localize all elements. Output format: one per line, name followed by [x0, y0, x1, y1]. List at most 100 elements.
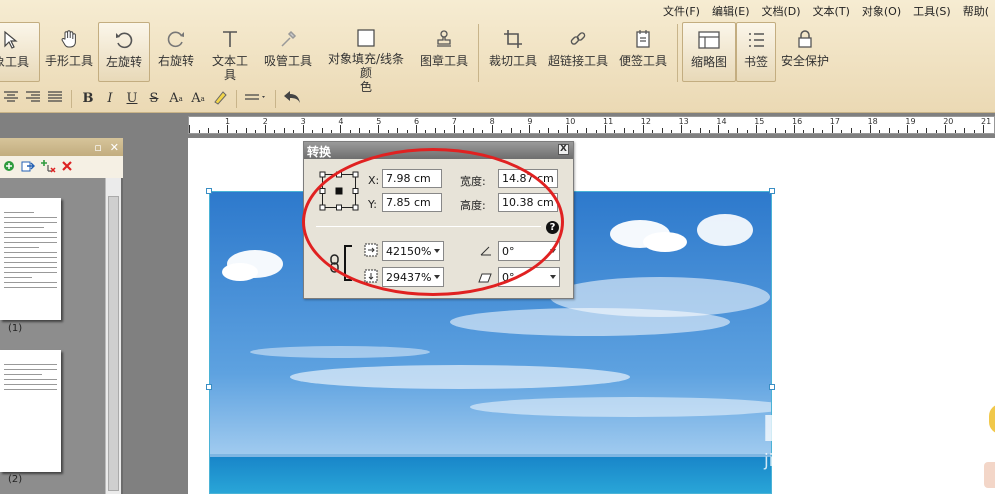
menu-tools[interactable]: 工具(S)	[907, 0, 957, 20]
stamp-tool-button[interactable]: 图章工具	[414, 22, 474, 82]
select-tool-button[interactable]: 象工具	[0, 22, 40, 82]
line-style-dropdown[interactable]	[242, 88, 270, 110]
scale-x-icon	[364, 243, 378, 260]
menu-text[interactable]: 文本(T)	[807, 0, 856, 20]
align-center-button[interactable]	[0, 88, 22, 110]
ruler-tick	[737, 128, 739, 133]
ruler-tick	[359, 128, 361, 133]
help-icon[interactable]: ?	[546, 221, 559, 234]
skew-dropdown[interactable]: 0°	[498, 267, 560, 287]
superscript-button[interactable]: Aa	[165, 88, 187, 110]
page-thumbnail-1[interactable]	[0, 198, 61, 320]
scale-y-dropdown[interactable]: 29437%	[382, 267, 444, 287]
ruler-tick	[708, 130, 710, 133]
eyedropper-tool-button[interactable]: 吸管工具	[258, 22, 318, 82]
ruler-tick	[312, 130, 314, 133]
thumbnail-button[interactable]: 缩略图	[682, 22, 736, 82]
ruler-tick	[775, 128, 777, 133]
ruler-tick	[245, 128, 247, 133]
ruler-tick	[482, 130, 484, 133]
bold-button[interactable]: B	[77, 88, 99, 110]
security-button[interactable]: 安全保护	[776, 22, 834, 82]
baidu-watermark: Bai du经验 jingyan.baidu.com	[762, 405, 972, 485]
ruler-tick	[746, 130, 748, 133]
resize-handle-tl[interactable]	[206, 188, 212, 194]
ruler-tick	[548, 128, 550, 133]
anchor-point-selector[interactable]	[319, 171, 359, 211]
rotate-right-button[interactable]: 右旋转	[150, 22, 202, 82]
bookmark-button[interactable]: 书签	[736, 22, 776, 82]
align-right-button[interactable]	[22, 88, 44, 110]
menu-edit[interactable]: 编辑(E)	[706, 0, 756, 20]
skew-icon	[478, 272, 492, 286]
underline-button[interactable]: U	[121, 88, 143, 110]
ruler-tick	[293, 130, 295, 133]
dialog-divider	[316, 226, 541, 227]
ruler-number: 20	[943, 117, 954, 126]
menu-object[interactable]: 对象(O)	[856, 0, 907, 20]
resize-handle-ml[interactable]	[206, 384, 212, 390]
panel-close-icon[interactable]: ✕	[110, 141, 119, 154]
y-input[interactable]: 7.85 cm	[382, 193, 442, 212]
chevron-down-icon	[550, 249, 556, 253]
hyperlink-tool-button[interactable]: 超链接工具	[543, 22, 613, 82]
ruler-number: 11	[603, 117, 614, 126]
eyedropper-icon	[277, 28, 299, 50]
strikethrough-button[interactable]: S	[143, 88, 165, 110]
dialog-titlebar[interactable]: 转换 X	[304, 142, 573, 159]
ruler-tick	[973, 130, 975, 133]
y-label: Y:	[368, 198, 377, 211]
watermark-url: jingyan.baidu.com	[764, 451, 921, 471]
ruler-tick	[397, 128, 399, 133]
align-justify-button[interactable]	[44, 88, 66, 110]
resize-handle-mr[interactable]	[769, 384, 775, 390]
fill-color-button[interactable]: 对象填充/线条颜 色	[318, 22, 414, 94]
insert-page-icon[interactable]	[2, 159, 16, 176]
subscript-button[interactable]: Aa	[187, 88, 209, 110]
ruler-tick	[614, 130, 616, 133]
note-tool-button[interactable]: 便签工具	[613, 22, 673, 82]
undo-button[interactable]	[281, 88, 303, 110]
width-input[interactable]: 14.87 cm	[498, 169, 558, 188]
italic-button[interactable]: I	[99, 88, 121, 110]
text-tool-button[interactable]: 文本工具	[202, 22, 258, 82]
scrollbar-thumb[interactable]	[108, 196, 119, 491]
ruler-number: 14	[716, 117, 727, 126]
toolbar-separator	[478, 24, 479, 82]
height-label: 高度:	[460, 199, 486, 212]
rotate-value: 0°	[502, 245, 515, 258]
rotate-left-button[interactable]: 左旋转	[98, 22, 150, 82]
pin-icon[interactable]: ▫	[94, 141, 101, 154]
ruler-tick	[945, 125, 947, 133]
undo-arrow-icon	[283, 89, 301, 109]
scale-y-icon	[364, 269, 378, 286]
ruler-tick	[879, 130, 881, 133]
x-input[interactable]: 7.98 cm	[382, 169, 442, 188]
extract-page-icon[interactable]	[21, 159, 35, 176]
ruler-tick	[434, 128, 436, 133]
menu-file[interactable]: 文件(F)	[657, 0, 706, 20]
ruler-number: 4	[338, 117, 344, 126]
height-input[interactable]: 10.38 cm	[498, 193, 558, 212]
highlight-button[interactable]	[209, 88, 231, 110]
side-badge[interactable]	[984, 462, 995, 488]
rotate-dropdown[interactable]: 0°	[498, 241, 560, 261]
hand-tool-button[interactable]: 手形工具	[40, 22, 98, 82]
resize-handle-tr[interactable]	[769, 188, 775, 194]
lock-bracket	[344, 245, 352, 281]
chain-link-icon[interactable]	[329, 254, 341, 277]
crop-icon	[502, 28, 524, 50]
ruler-tick	[529, 125, 531, 133]
rotate-right-icon	[165, 28, 187, 50]
scale-x-dropdown[interactable]: 42150%	[382, 241, 444, 261]
page-thumbnail-2[interactable]	[0, 350, 61, 472]
menu-document[interactable]: 文档(D)	[756, 0, 807, 20]
dialog-close-button[interactable]: X	[558, 144, 569, 155]
select-arrow-icon	[0, 29, 22, 51]
thumbnail-scrollbar[interactable]	[105, 178, 121, 494]
add-remove-page-icon[interactable]	[40, 159, 56, 176]
menu-help[interactable]: 帮助(	[957, 0, 995, 20]
link-icon	[567, 28, 589, 50]
delete-page-icon[interactable]	[61, 160, 73, 175]
crop-tool-button[interactable]: 裁切工具	[483, 22, 543, 82]
